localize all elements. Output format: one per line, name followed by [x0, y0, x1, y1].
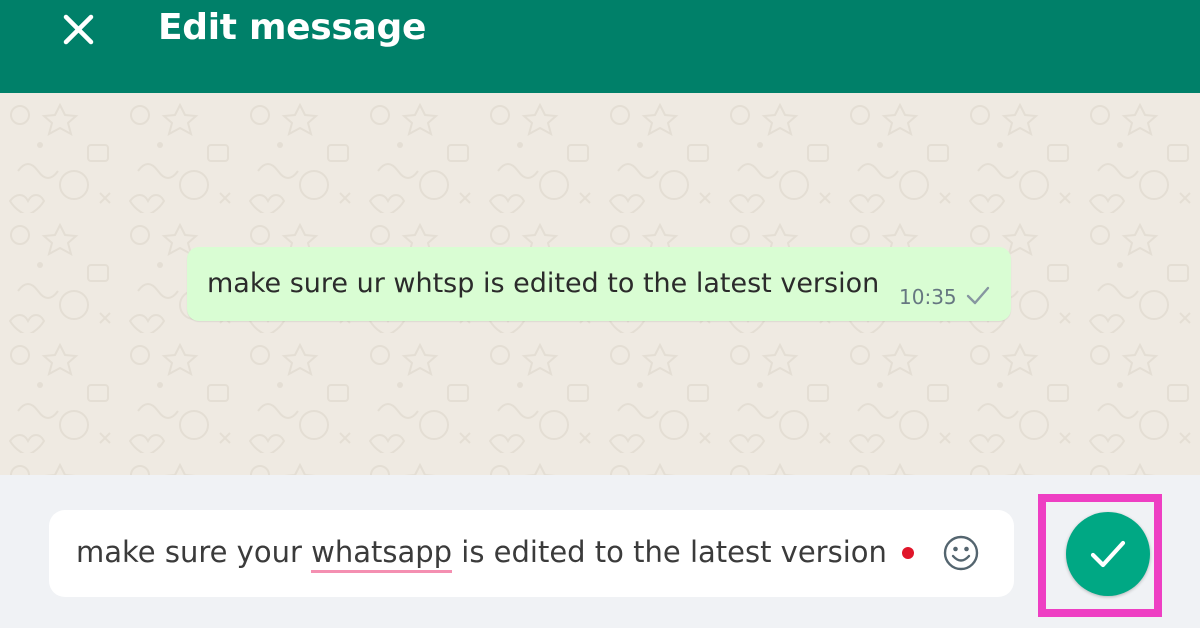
message-input[interactable]: make sure your whatsapp is edited to the… [49, 510, 1014, 597]
chat-area: make sure ur whtsp is edited to the late… [0, 93, 1200, 475]
message-timestamp: 10:35 [899, 285, 957, 309]
message-input-text[interactable]: make sure your whatsapp is edited to the… [76, 532, 887, 573]
input-text-before: make sure your [76, 535, 312, 569]
message-bubble[interactable]: make sure ur whtsp is edited to the late… [187, 247, 1011, 321]
recording-dot-icon [902, 547, 914, 559]
single-check-icon [965, 283, 991, 307]
check-icon [1090, 540, 1126, 568]
page-title: Edit message [158, 7, 427, 48]
misspelled-word[interactable]: whatsapp [311, 535, 453, 573]
composer-bar: make sure your whatsapp is edited to the… [0, 475, 1200, 628]
input-text-after: is edited to the latest version [452, 535, 887, 569]
message-text: make sure ur whtsp is edited to the late… [207, 268, 880, 299]
confirm-edit-button[interactable] [1066, 512, 1150, 596]
close-icon[interactable] [58, 8, 100, 50]
emoji-icon[interactable] [942, 534, 980, 572]
app-header: Edit message [0, 0, 1200, 93]
